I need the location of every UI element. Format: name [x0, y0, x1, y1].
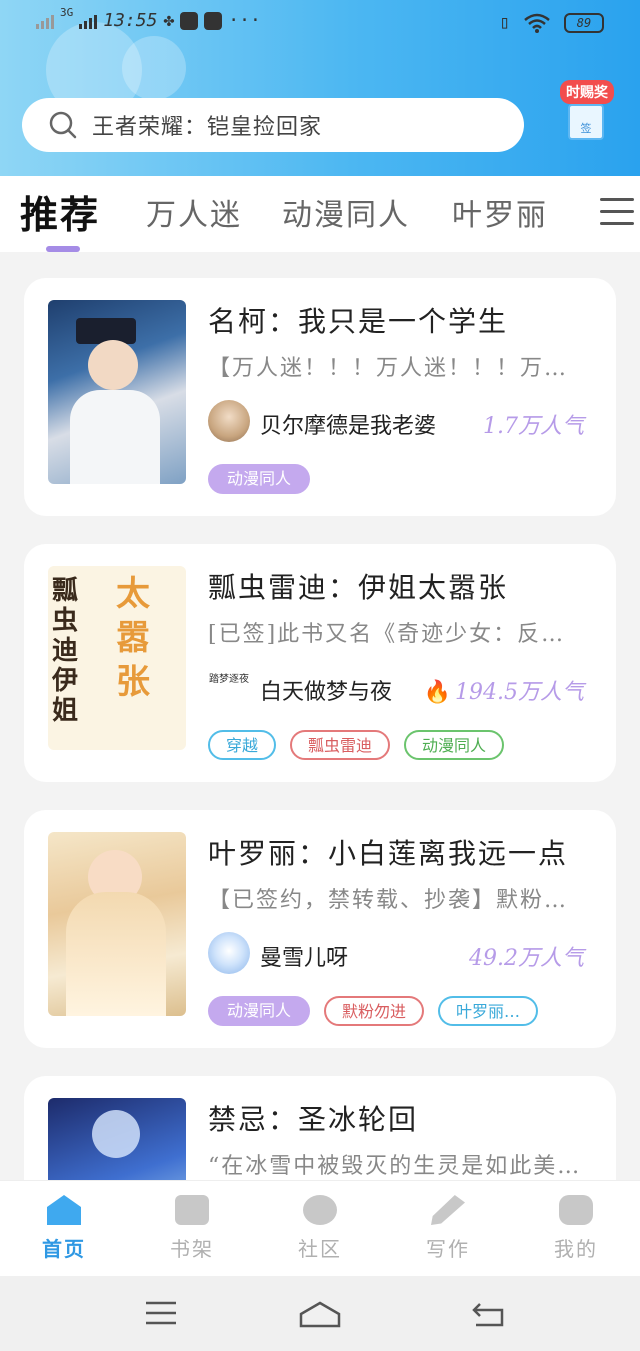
book-cover[interactable]: [48, 832, 186, 1016]
avatar[interactable]: [208, 400, 250, 442]
author-name[interactable]: 贝尔摩德是我老婆: [260, 408, 436, 440]
category-menu-icon[interactable]: [600, 198, 634, 228]
book-cover[interactable]: 瓢虫迪伊姐 太嚣张: [48, 566, 186, 750]
tag-list: 穿越 瓢虫雷迪 动漫同人: [208, 730, 505, 762]
home-button-icon[interactable]: [298, 1300, 342, 1328]
fire-icon: 🔥: [423, 680, 452, 705]
bookshelf-icon: [175, 1195, 209, 1225]
book-description: “在冰雪中被毁灭的生灵是如此美丽”: [208, 1154, 584, 1179]
bottom-nav: 首页 书架 社区 写作 我的: [0, 1180, 640, 1276]
nav-write[interactable]: 写作: [408, 1195, 488, 1262]
book-cover[interactable]: [48, 300, 186, 484]
active-tab-indicator: [46, 246, 80, 252]
avatar[interactable]: [208, 932, 250, 974]
book-description: 【万人迷！！！万人迷！！！万人迷！！！】: [208, 356, 584, 381]
category-tabs: 推荐 万人迷 动漫同人 叶罗丽: [0, 176, 640, 252]
nav-label: 书架: [170, 1237, 214, 1261]
book-title: 禁忌：圣冰轮回: [208, 1103, 419, 1136]
tag-list: 动漫同人 默粉勿进 叶罗丽…: [208, 996, 539, 1028]
author-name[interactable]: 白天做梦与夜: [260, 674, 392, 706]
tag[interactable]: 动漫同人: [208, 464, 311, 494]
back-icon[interactable]: [470, 1300, 506, 1328]
popularity: 1.7万人气: [483, 414, 584, 439]
tab-wanrenmi[interactable]: 万人迷: [146, 190, 242, 234]
tab-yeluoli[interactable]: 叶罗丽: [452, 190, 548, 234]
home-icon: [47, 1195, 81, 1225]
system-navigation-bar: [0, 1276, 640, 1351]
book-card[interactable]: 叶罗丽：小白莲离我远一点 【已签约，禁转载、抄袭】默粉勿进 曼雪儿呀 49.2万…: [24, 810, 616, 1048]
nav-profile[interactable]: 我的: [536, 1195, 616, 1262]
nav-label: 社区: [298, 1237, 342, 1261]
nav-bookshelf[interactable]: 书架: [152, 1195, 232, 1262]
tag[interactable]: 瓢虫雷迪: [290, 730, 391, 760]
wifi-icon: [524, 13, 550, 33]
search-icon: [49, 111, 77, 139]
popularity: 194.5万人气: [455, 680, 584, 705]
battery-icon: 89: [564, 12, 604, 33]
nav-home[interactable]: 首页: [24, 1195, 104, 1262]
book-description: 【已签约，禁转载、抄袭】默粉勿进: [208, 888, 584, 913]
author-row: 踏梦逐夜 白天做梦与夜 🔥 194.5万人气: [208, 666, 584, 710]
status-bar: 3G 13:55 ✤ ··· ▯ 89: [0, 0, 640, 48]
author-row: 贝尔摩德是我老婆 1.7万人气: [208, 400, 584, 444]
pen-icon: [431, 1195, 465, 1225]
nav-label: 写作: [426, 1237, 470, 1261]
tag[interactable]: 默粉勿进: [324, 996, 425, 1026]
tag[interactable]: 穿越: [208, 730, 277, 760]
popularity-with-hot: 🔥 194.5万人气: [424, 674, 584, 706]
header: 3G 13:55 ✤ ··· ▯ 89 王者荣耀：铠皇捡回家 时赐奖 签: [0, 0, 640, 176]
tag-list: 动漫同人: [208, 464, 311, 496]
book-title: 瓢虫雷迪：伊姐太嚣张: [208, 571, 509, 604]
book-title: 名柯：我只是一个学生: [208, 305, 509, 338]
signin-reward-button[interactable]: 时赐奖 签: [552, 80, 626, 154]
tab-recommend[interactable]: 推荐: [20, 184, 100, 239]
book-title: 叶罗丽：小白莲离我远一点: [208, 837, 569, 870]
avatar[interactable]: 踏梦逐夜: [208, 666, 250, 708]
nav-community[interactable]: 社区: [280, 1195, 360, 1262]
gift-box-icon: 签: [568, 104, 604, 140]
notes-app-icon: [204, 11, 223, 30]
nav-label: 我的: [554, 1237, 598, 1261]
author-row: 曼雪儿呀 49.2万人气: [208, 932, 584, 976]
author-name[interactable]: 曼雪儿呀: [260, 940, 348, 972]
search-placeholder: 王者荣耀：铠皇捡回家: [92, 115, 323, 140]
book-card[interactable]: 瓢虫迪伊姐 太嚣张 瓢虫雷迪：伊姐太嚣张 [已签]此书又名《奇迹少女：反派自救指…: [24, 544, 616, 782]
book-description: [已签]此书又名《奇迹少女：反派自救指南》: [208, 622, 584, 647]
nav-label: 首页: [42, 1237, 86, 1261]
more-notifications: ···: [228, 10, 261, 31]
community-icon: [303, 1195, 337, 1225]
vibrate-icon: ▯: [499, 12, 510, 33]
clock: 13:55: [103, 10, 158, 31]
signal-icon: [79, 13, 98, 29]
reward-label: 时赐奖: [560, 80, 614, 104]
tab-anime-fanfic[interactable]: 动漫同人: [282, 190, 410, 234]
book-card[interactable]: 禁忌：圣冰轮回 “在冰雪中被毁灭的生灵是如此美丽”: [24, 1076, 616, 1180]
video-app-icon: [180, 11, 199, 30]
popularity: 49.2万人气: [469, 946, 584, 971]
tag[interactable]: 动漫同人: [404, 730, 505, 760]
pinwheel-icon: ✤: [163, 10, 175, 31]
book-card[interactable]: 名柯：我只是一个学生 【万人迷！！！万人迷！！！万人迷！！！】 贝尔摩德是我老婆…: [24, 278, 616, 516]
signal-icon: [36, 13, 54, 29]
profile-icon: [559, 1195, 593, 1225]
tag[interactable]: 叶罗丽…: [438, 996, 539, 1026]
menu-icon[interactable]: [144, 1300, 178, 1326]
network-type: 3G: [60, 6, 74, 19]
search-bar[interactable]: 王者荣耀：铠皇捡回家: [22, 98, 524, 152]
book-cover[interactable]: [48, 1098, 186, 1180]
tag[interactable]: 动漫同人: [208, 996, 311, 1026]
